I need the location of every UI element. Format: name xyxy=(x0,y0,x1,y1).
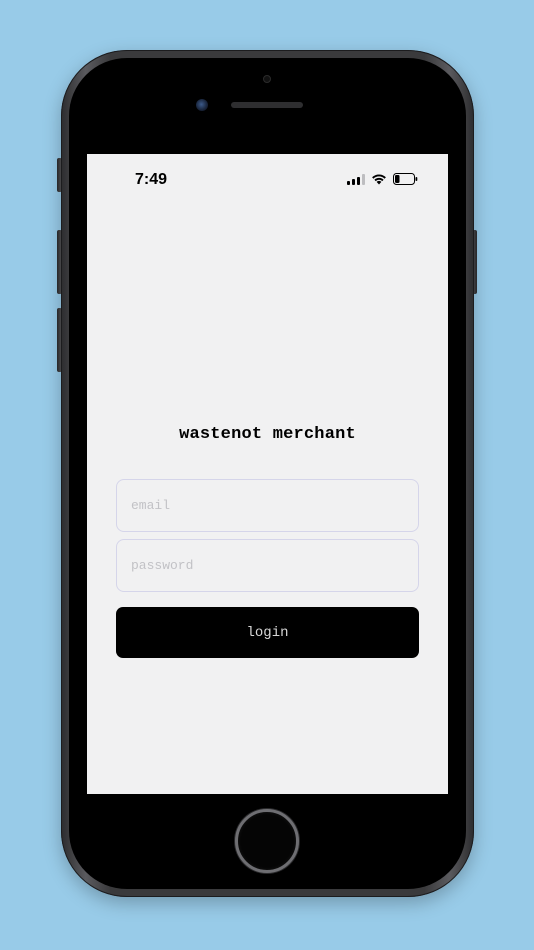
status-icons xyxy=(347,172,418,186)
home-button[interactable] xyxy=(235,809,299,873)
earpiece-speaker xyxy=(231,102,303,108)
login-button[interactable]: login xyxy=(116,607,419,658)
proximity-sensor-icon xyxy=(196,99,208,111)
front-camera-icon xyxy=(263,75,271,83)
cellular-signal-icon xyxy=(347,173,365,185)
email-field[interactable] xyxy=(116,479,419,532)
battery-icon xyxy=(393,173,418,185)
status-bar: 7:49 xyxy=(87,154,448,204)
wifi-icon xyxy=(372,174,386,185)
password-field[interactable] xyxy=(116,539,419,592)
status-time: 7:49 xyxy=(135,171,168,188)
mockup-stage: 7:49 wastenot merchant login xyxy=(0,0,534,950)
app-title: wastenot merchant xyxy=(179,425,356,444)
phone-screen: 7:49 wastenot merchant login xyxy=(87,154,448,794)
